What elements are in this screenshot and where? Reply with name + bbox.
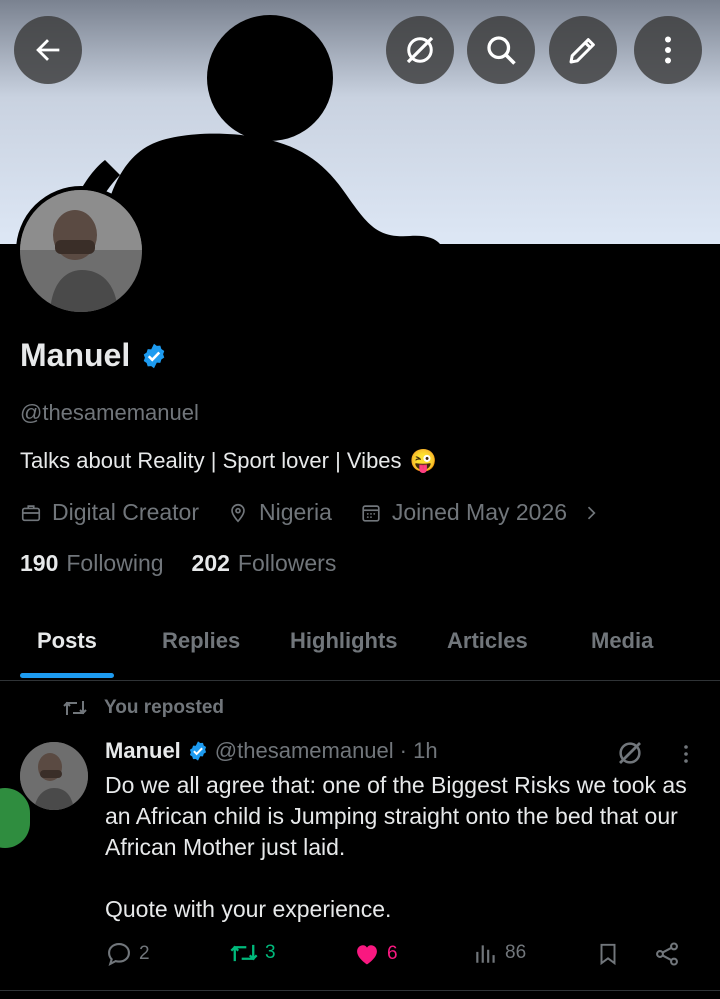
views-button[interactable]: 86: [473, 940, 526, 966]
profile-handle: @thesamemanuel: [20, 400, 199, 425]
category-item: Digital Creator: [20, 499, 199, 526]
location-item: Nigeria: [227, 499, 332, 526]
following-link[interactable]: 190 Following: [20, 550, 164, 577]
post-time: · 1h: [399, 738, 438, 763]
views-icon: [476, 945, 495, 963]
search-button[interactable]: [467, 16, 535, 84]
edit-icon: [569, 38, 595, 64]
more-button[interactable]: [634, 16, 702, 84]
bookmark-button[interactable]: [595, 940, 621, 968]
grok-icon: [406, 36, 434, 64]
views-count: 86: [505, 942, 527, 963]
location-pin-icon: [231, 503, 245, 522]
verified-badge-icon[interactable]: [140, 342, 168, 370]
bio-emoji: 😜: [409, 448, 437, 473]
floating-action-button[interactable]: [0, 788, 30, 848]
post-header: Manuel @thesamemanuel · 1h: [105, 738, 438, 764]
post-avatar-photo: [20, 742, 88, 810]
profile-bio: Talks about Reality | Sport lover | Vibe…: [20, 448, 437, 474]
like-count: 6: [387, 943, 398, 964]
bio-text: Talks about Reality | Sport lover | Vibe…: [20, 448, 402, 473]
followers-count: 202: [191, 550, 230, 576]
following-label: Following: [66, 550, 164, 576]
post-text-line: Do we all agree that: one of the Biggest…: [105, 772, 687, 860]
repost-icon: [63, 701, 87, 715]
repost-count: 3: [265, 942, 276, 963]
profile-name: Manuel: [20, 337, 131, 373]
following-count: 190: [20, 550, 59, 576]
grok-button[interactable]: [386, 16, 454, 84]
profile-meta: Digital Creator Nigeria Joined May 2026: [20, 499, 601, 526]
post-actions: 2 3 6 86: [105, 940, 695, 976]
tab-highlights[interactable]: Highlights: [290, 628, 398, 654]
tab-posts[interactable]: Posts: [37, 628, 97, 654]
edit-button[interactable]: [549, 16, 617, 84]
post-more-icon[interactable]: [674, 741, 698, 767]
like-button[interactable]: 6: [353, 940, 398, 968]
repost-icon: [230, 944, 258, 962]
arrow-left-icon: [36, 39, 60, 61]
more-vertical-icon: [665, 36, 671, 64]
category-label: Digital Creator: [52, 499, 199, 525]
heart-icon: [357, 945, 377, 965]
post-text-line: Quote with your experience.: [105, 896, 392, 922]
profile-name-row: Manuel: [20, 337, 168, 374]
tab-media[interactable]: Media: [591, 628, 653, 654]
follow-counts: 190 Following 202 Followers: [20, 550, 336, 577]
tab-replies[interactable]: Replies: [162, 628, 240, 654]
avatar-photo: [20, 190, 142, 312]
chevron-right-icon[interactable]: [581, 503, 601, 523]
tab-articles[interactable]: Articles: [447, 628, 528, 654]
repost-indicator: You reposted: [62, 697, 224, 719]
share-button[interactable]: [653, 940, 681, 968]
reply-button[interactable]: 2: [105, 940, 150, 968]
briefcase-icon: [21, 504, 41, 521]
post-author-handle[interactable]: @thesamemanuel: [215, 738, 394, 764]
share-icon: [656, 942, 678, 966]
repost-label: You reposted: [104, 697, 224, 718]
location-label: Nigeria: [259, 499, 332, 525]
post-text[interactable]: Do we all agree that: one of the Biggest…: [105, 770, 705, 925]
joined-item[interactable]: Joined May 2026: [360, 499, 567, 526]
verified-badge-icon: [189, 741, 206, 761]
profile-avatar[interactable]: [16, 186, 146, 316]
post-author-name[interactable]: Manuel: [105, 738, 181, 764]
divider: [0, 990, 720, 991]
joined-label: Joined May 2026: [391, 499, 568, 525]
post-avatar[interactable]: [20, 742, 88, 810]
followers-link[interactable]: 202 Followers: [192, 550, 337, 577]
back-button[interactable]: [14, 16, 82, 84]
reply-icon: [108, 943, 130, 966]
profile-tabs: Posts Replies Highlights Articles Media: [0, 620, 720, 681]
bookmark-icon: [600, 943, 616, 966]
active-tab-indicator: [20, 673, 114, 678]
followers-label: Followers: [237, 550, 337, 576]
search-icon: [487, 36, 516, 65]
calendar-icon: [362, 504, 380, 522]
grok-icon[interactable]: [615, 738, 645, 768]
reply-count: 2: [139, 943, 150, 964]
repost-button[interactable]: 3: [229, 940, 276, 966]
